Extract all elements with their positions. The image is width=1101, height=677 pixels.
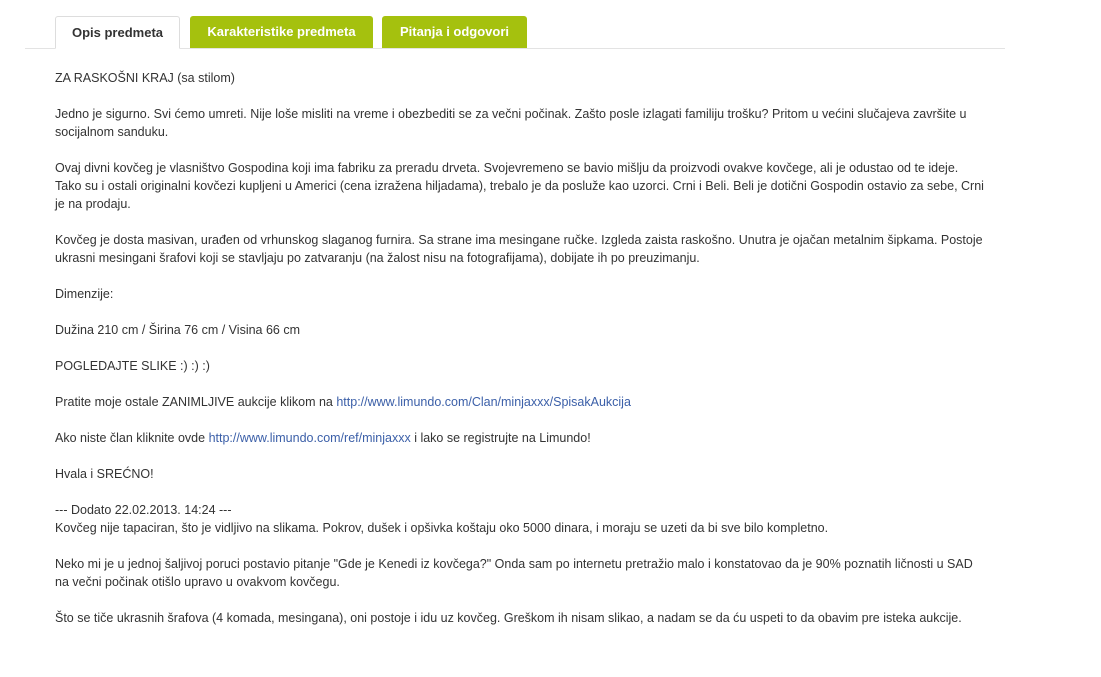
- tabs-bar: Opis predmeta Karakteristike predmeta Pi…: [25, 16, 1005, 49]
- item-description: ZA RASKOŠNI KRAJ (sa stilom) Jedno je si…: [55, 69, 985, 645]
- description-paragraph: Kovčeg je dosta masivan, urađen od vrhun…: [55, 233, 983, 265]
- auctions-link[interactable]: http://www.limundo.com/Clan/minjaxxx/Spi…: [336, 395, 631, 409]
- added-update: --- Dodato 22.02.2013. 14:24 --- Kovčeg …: [55, 501, 985, 537]
- register-text: Ako niste član kliknite ovde: [55, 431, 209, 445]
- referral-link[interactable]: http://www.limundo.com/ref/minjaxxx: [209, 431, 411, 445]
- dimensions-label: Dimenzije:: [55, 287, 114, 301]
- description-paragraph: Što se tiče ukrasnih šrafova (4 komada, …: [55, 611, 962, 625]
- added-update-text: Kovčeg nije tapaciran, što je vidljivo n…: [55, 521, 829, 535]
- added-date-header: --- Dodato 22.02.2013. 14:24 ---: [55, 503, 232, 517]
- register-text-suffix: i lako se registrujte na Limundo!: [410, 431, 591, 445]
- description-paragraph: Neko mi je u jednoj šaljivoj poruci post…: [55, 557, 973, 589]
- auctions-text: Pratite moje ostale ZANIMLJIVE aukcije k…: [55, 395, 337, 409]
- see-pictures-text: POGLEDAJTE SLIKE :) :) :): [55, 359, 210, 373]
- description-paragraph: Jedno je sigurno. Svi ćemo umreti. Nije …: [55, 107, 967, 139]
- auctions-paragraph: Pratite moje ostale ZANIMLJIVE aukcije k…: [55, 393, 985, 411]
- register-paragraph: Ako niste član kliknite ovde http://www.…: [55, 429, 985, 447]
- tab-description[interactable]: Opis predmeta: [55, 16, 180, 49]
- description-title: ZA RASKOŠNI KRAJ (sa stilom): [55, 71, 235, 85]
- tab-questions-answers[interactable]: Pitanja i odgovori: [382, 16, 527, 48]
- dimensions-value: Dužina 210 cm / Širina 76 cm / Visina 66…: [55, 323, 301, 337]
- thanks-text: Hvala i SREĆNO!: [55, 467, 154, 481]
- description-paragraph: Ovaj divni kovčeg je vlasništvo Gospodin…: [55, 161, 984, 211]
- tab-characteristics[interactable]: Karakteristike predmeta: [190, 16, 373, 48]
